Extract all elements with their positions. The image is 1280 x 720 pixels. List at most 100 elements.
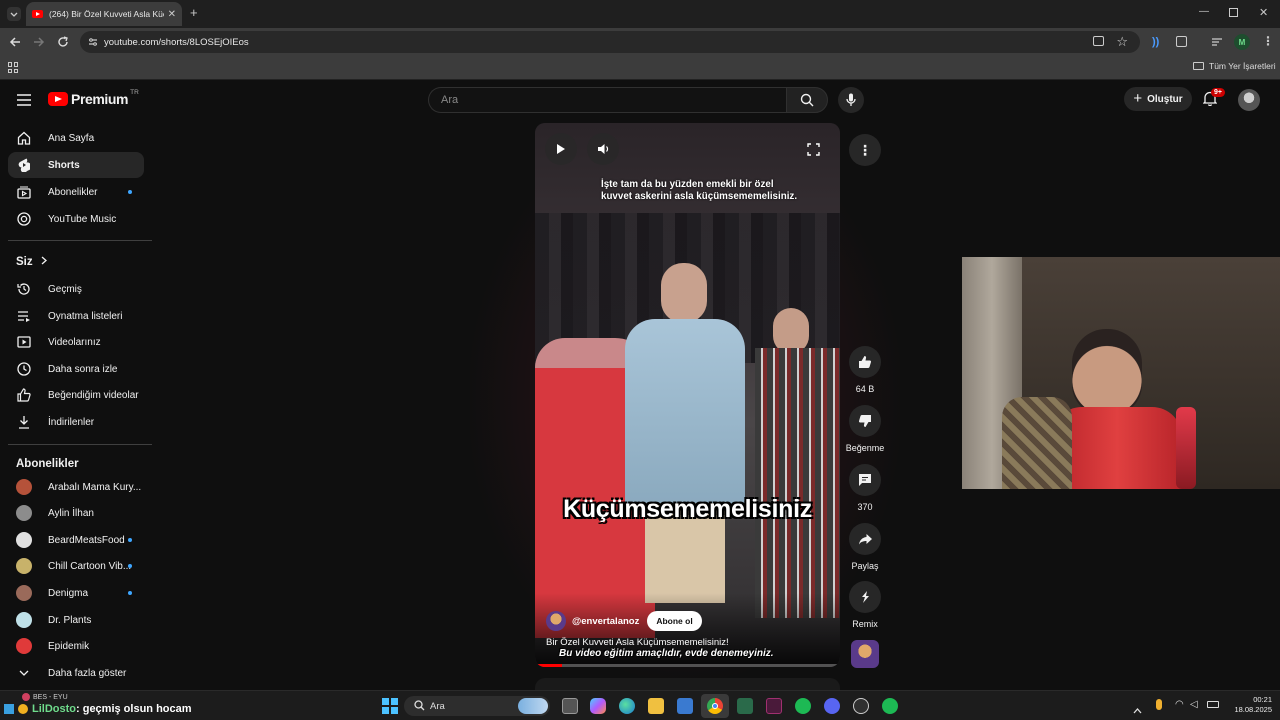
sidebar-sub-item[interactable]: Denigma — [8, 580, 144, 606]
sidebar-item-playlists[interactable]: Oynatma listeleri — [8, 303, 144, 329]
notifications-button[interactable]: 9+ — [1202, 88, 1225, 111]
show-more-button[interactable]: Daha fazla göster — [8, 660, 144, 686]
site-info-icon[interactable] — [88, 37, 98, 50]
extension-shazam-icon[interactable]: )) — [1152, 36, 1159, 48]
sidebar-item-liked-videos[interactable]: Beğendiğim videolar — [8, 382, 144, 408]
sidebar-item-youtube-music[interactable]: YouTube Music — [8, 206, 144, 232]
close-tab-icon[interactable]: ✕ — [168, 9, 176, 20]
comments-action: 370 — [848, 464, 882, 512]
next-short-preview[interactable] — [535, 678, 840, 690]
chat-badge-icon — [4, 704, 14, 714]
reload-icon[interactable] — [57, 36, 69, 50]
sidebar-item-subscriptions[interactable]: Abonelikler — [8, 179, 144, 205]
clock[interactable]: 00:21 18.08.2025 — [1226, 695, 1272, 715]
bookmark-star-icon[interactable]: ☆ — [1116, 34, 1128, 50]
webcam-couch — [1002, 397, 1072, 489]
sidebar-sub-item[interactable]: Aylin İlhan — [8, 500, 144, 526]
overlay-label: BES - EYU — [22, 693, 68, 701]
sidebar-divider — [8, 240, 152, 241]
you-section-header[interactable]: Siz — [16, 256, 47, 268]
share-button[interactable] — [849, 523, 881, 555]
forward-icon[interactable] — [33, 36, 45, 50]
search-button[interactable] — [786, 87, 828, 113]
task-view-icon[interactable] — [562, 698, 578, 714]
close-window-icon[interactable]: ✕ — [1259, 7, 1268, 19]
media-controls-icon[interactable] — [1211, 37, 1223, 49]
more-options-button[interactable]: ⋮ — [849, 134, 881, 166]
profile-avatar[interactable]: M — [1234, 34, 1250, 50]
channel-avatar[interactable] — [546, 611, 566, 631]
sidebar-sub-item[interactable]: Chill Cartoon Vib... — [8, 553, 144, 579]
all-bookmarks-button[interactable]: Tüm Yer İşaretleri — [1193, 61, 1276, 71]
windows-start-icon[interactable] — [382, 698, 398, 714]
sidebar-item-label: Daha sonra izle — [48, 363, 118, 375]
browser-menu-icon[interactable]: ⋮ — [1262, 35, 1274, 47]
install-app-icon[interactable] — [1093, 36, 1104, 46]
share-action: Paylaş — [848, 523, 882, 571]
sidebar-sub-item[interactable]: BeardMeatsFood — [8, 527, 144, 553]
hamburger-menu-icon[interactable] — [17, 93, 31, 111]
stream-chat-message: LilDosto: geçmiş olsun hocam — [4, 703, 192, 715]
app-icon[interactable] — [737, 698, 753, 714]
create-button[interactable]: + Oluştur — [1124, 87, 1192, 111]
chrome-icon[interactable] — [701, 694, 729, 718]
sound-thumbnail[interactable] — [851, 640, 879, 668]
sidebar-sub-item[interactable]: Epidemik — [8, 633, 144, 659]
sidebar-sub-item[interactable]: Dr. Plants — [8, 607, 144, 633]
obs-icon[interactable] — [853, 698, 869, 714]
taskbar-search[interactable]: Ara — [404, 696, 550, 716]
battery-icon[interactable] — [1207, 701, 1219, 708]
youtube-premium-logo[interactable]: Premium TR — [48, 89, 139, 107]
volume-button[interactable] — [587, 133, 619, 165]
dislike-button[interactable] — [849, 405, 881, 437]
minimize-icon[interactable]: — — [1199, 6, 1209, 18]
tray-mic-icon[interactable] — [1156, 699, 1162, 710]
fullscreen-icon[interactable] — [807, 143, 820, 161]
spotify-icon[interactable] — [882, 698, 898, 714]
shorts-video-player[interactable]: İşte tam da bu yüzden emekli bir özel ku… — [535, 123, 840, 667]
video-progress-bar[interactable] — [535, 664, 840, 667]
tray-chevron-icon[interactable] — [1133, 701, 1142, 719]
webcam-overlay — [962, 257, 1280, 489]
search-input[interactable]: Ara — [428, 87, 786, 113]
sidebar-item-downloads[interactable]: İndirilenler — [8, 409, 144, 435]
history-icon — [16, 282, 32, 296]
comments-button[interactable] — [849, 464, 881, 496]
folder-icon — [1193, 62, 1204, 70]
channel-name[interactable]: @envertalanoz — [572, 616, 639, 627]
voice-search-button[interactable] — [838, 87, 864, 113]
apps-grid-icon[interactable] — [8, 62, 19, 73]
sidebar-item-home[interactable]: Ana Sayfa — [8, 125, 144, 151]
sidebar-item-shorts[interactable]: Shorts — [8, 152, 144, 178]
back-icon[interactable] — [9, 36, 21, 50]
subscribe-button[interactable]: Abone ol — [647, 611, 702, 631]
copilot-icon[interactable] — [590, 698, 606, 714]
sidebar-item-your-videos[interactable]: Videolarınız — [8, 329, 144, 355]
like-button[interactable] — [849, 346, 881, 378]
wifi-icon[interactable]: ◠ — [1175, 699, 1184, 710]
edge-icon[interactable] — [619, 698, 635, 714]
sidebar-item-watch-later[interactable]: Daha sonra izle — [8, 356, 144, 382]
spotify-icon[interactable] — [795, 698, 811, 714]
browser-tab[interactable]: (264) Bir Özel Kuvveti Asla Küçü ✕ — [26, 2, 182, 26]
restore-icon[interactable] — [1229, 8, 1238, 17]
volume-tray-icon[interactable]: ◁ — [1190, 699, 1198, 710]
home-icon — [16, 131, 32, 145]
subscriptions-icon — [16, 185, 32, 199]
account-avatar[interactable] — [1238, 89, 1260, 111]
address-bar[interactable]: youtube.com/shorts/8LOSEjOIEos ☆ — [80, 31, 1140, 53]
discord-icon[interactable] — [824, 698, 840, 714]
new-tab-icon[interactable]: + — [190, 6, 198, 19]
tab-list-icon[interactable] — [7, 7, 21, 21]
sidebar-item-history[interactable]: Geçmiş — [8, 276, 144, 302]
file-explorer-icon[interactable] — [648, 698, 664, 714]
vegas-icon[interactable] — [766, 698, 782, 714]
extensions-puzzle-icon[interactable] — [1176, 36, 1187, 47]
sidebar-sub-item[interactable]: Arabalı Mama Kury... — [8, 474, 144, 500]
progress-fill — [535, 664, 563, 667]
play-button[interactable] — [545, 133, 577, 165]
remix-button[interactable] — [849, 581, 881, 613]
store-icon[interactable] — [677, 698, 693, 714]
sidebar-item-label: Ana Sayfa — [48, 132, 95, 144]
short-title[interactable]: Bir Özel Kuvveti Asla Küçümsememelisiniz… — [546, 637, 729, 648]
